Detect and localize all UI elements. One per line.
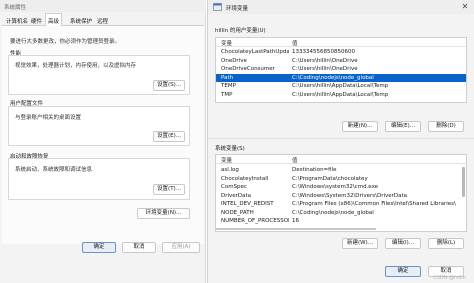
var-name: DriverData — [221, 192, 252, 199]
user-column-value[interactable]: 值 — [292, 39, 298, 47]
system-properties-titlebar: 系统属性 — [0, 0, 206, 12]
var-value: C:\Program Files (x86)\Common Files\Inte… — [292, 201, 456, 207]
system-cancel-button[interactable]: 取消 — [122, 242, 156, 253]
system-properties-window: 系统属性 计算机名 硬件 高级 系统保护 远程 要进行大多数更改，你必须作为管理… — [0, 0, 206, 283]
var-value: Destination=file — [292, 167, 337, 173]
var-value: C:\Users\hillin\AppData\Local\Temp — [292, 83, 389, 89]
env-ok-button[interactable]: 确定 — [385, 266, 421, 277]
var-name: ComSpec — [221, 184, 247, 190]
user-column-name[interactable]: 变量 — [221, 39, 232, 47]
var-value: C:\Users\hillin\OneDrive — [292, 57, 358, 64]
var-name: OneDrive — [221, 57, 247, 64]
user-profiles-settings-button[interactable]: 设置(E)... — [153, 131, 185, 142]
table-row[interactable]: DriverData C:\Windows\System32\Drivers\D… — [216, 192, 466, 200]
system-new-button[interactable]: 新建(W)... — [342, 238, 378, 249]
user-profiles-group: 与登录账户相关的桌面设置 设置(E)... — [8, 106, 190, 146]
startup-recovery-settings-button[interactable]: 设置(T)... — [153, 184, 185, 195]
system-delete-button[interactable]: 删除(L) — [428, 238, 464, 249]
close-x-icon[interactable]: ✕ — [460, 2, 470, 12]
system-column-value[interactable]: 值 — [292, 156, 298, 164]
system-variables-label: 系统变量(S) — [215, 146, 245, 152]
section-divider — [208, 138, 474, 139]
var-value: 133334556850850600 — [292, 49, 355, 55]
system-ok-button[interactable]: 确定 — [82, 242, 116, 253]
table-row[interactable]: asl.log Destination=file — [216, 166, 466, 174]
system-edit-button[interactable]: 编辑(I)... — [385, 238, 421, 249]
table-row[interactable]: TEMP C:\Users\hillin\AppData\Local\Temp — [216, 82, 466, 90]
var-name: asl.log — [221, 167, 239, 173]
table-row[interactable]: OneDriveConsumer C:\Users\hillin\OneDriv… — [216, 65, 466, 73]
system-table-scrollbar[interactable] — [462, 167, 465, 197]
user-edit-button[interactable]: 编辑(E)... — [385, 121, 421, 132]
var-name: Path — [221, 74, 234, 81]
user-table-header: 变量 值 — [216, 38, 466, 47]
var-value: C:\Users\hillin\AppData\Local\Temp — [292, 91, 389, 98]
var-value: C:\Windows\System32\Drivers\DriverData — [292, 192, 408, 199]
tab-strip: 计算机名 硬件 高级 系统保护 远程 — [2, 13, 204, 27]
environment-variables-window: 环境变量 ✕ hillin 的用户变量(U) 变量 值 ChocolateyLa… — [207, 0, 474, 283]
performance-settings-button[interactable]: 设置(S)... — [153, 80, 185, 91]
var-value: 16 — [292, 218, 299, 224]
var-value: C:\Users\hillin\OneDrive — [292, 66, 358, 72]
var-name: TEMP — [221, 83, 236, 89]
var-name: NUMBER_OF_PROCESSORS — [221, 218, 289, 224]
var-name: ChocolateyInstall — [221, 175, 269, 182]
user-variables-label: hillin 的用户变量(U) — [215, 28, 266, 34]
system-table-hscrollbar[interactable] — [216, 228, 376, 230]
var-name: INTEL_DEV_REDIST — [221, 201, 274, 207]
system-apply-button[interactable]: 应用(A) — [162, 242, 200, 253]
table-row-selected[interactable]: Path C:\Coding\nodejs\node_global — [216, 73, 466, 82]
env-window-title: 环境变量 — [226, 6, 249, 12]
table-row[interactable]: NUMBER_OF_PROCESSORS 16 — [216, 217, 466, 225]
user-new-button[interactable]: 新建(N)... — [342, 121, 378, 132]
var-name: TMP — [221, 91, 233, 98]
tab-advanced[interactable]: 高级 — [45, 13, 63, 27]
table-row[interactable]: ChocolateyLastPathUpdate 133334556850850… — [216, 48, 466, 56]
table-row[interactable]: ComSpec C:\Windows\system32\cmd.exe — [216, 183, 466, 191]
user-delete-button[interactable]: 删除(D) — [428, 121, 464, 132]
startup-recovery-group: 系统启动、系统故障和调试信息 设置(T)... — [8, 158, 190, 200]
tab-computer-name[interactable]: 计算机名 — [4, 15, 30, 26]
user-profiles-description: 与登录账户相关的桌面设置 — [15, 115, 82, 121]
watermark: CSDN @hillin — [433, 275, 466, 281]
performance-group: 视觉效果，处理器计划，内存使用，以及虚拟内存 设置(S)... — [8, 55, 190, 95]
tab-hardware[interactable]: 硬件 — [29, 15, 44, 26]
var-value: C:\ProgramData\chocolatey — [292, 175, 368, 182]
window-app-icon — [213, 3, 222, 11]
table-row[interactable]: TMP C:\Users\hillin\AppData\Local\Temp — [216, 91, 466, 99]
system-column-name[interactable]: 变量 — [221, 156, 232, 164]
table-row[interactable]: INTEL_DEV_REDIST C:\Program Files (x86)\… — [216, 200, 466, 208]
admin-note: 要进行大多数更改，你必须作为管理员登录。 — [10, 39, 121, 45]
var-name: NODE_PATH — [221, 209, 254, 216]
system-variables-table[interactable]: 变量 值 asl.log Destination=file Chocolatey… — [215, 154, 467, 232]
user-variables-table[interactable]: 变量 值 ChocolateyLastPathUpdate 1333345568… — [215, 37, 467, 103]
env-titlebar: 环境变量 ✕ — [208, 0, 474, 14]
startup-recovery-description: 系统启动、系统故障和调试信息 — [15, 167, 93, 173]
var-name: OneDriveConsumer — [221, 66, 275, 72]
table-row[interactable]: OneDrive C:\Users\hillin\OneDrive — [216, 57, 466, 65]
var-value: C:\Coding\nodejs\node_global — [292, 74, 374, 81]
tab-remote[interactable]: 远程 — [95, 15, 110, 26]
table-row[interactable]: NODE_PATH C:\Coding\nodejs\node_global — [216, 209, 466, 217]
system-table-header: 变量 值 — [216, 155, 466, 164]
window-title: 系统属性 — [4, 5, 27, 11]
performance-description: 视觉效果，处理器计划，内存使用，以及虚拟内存 — [15, 63, 137, 69]
environment-variables-button[interactable]: 环境变量(N)... — [137, 208, 190, 219]
table-row[interactable]: ChocolateyInstall C:\ProgramData\chocola… — [216, 175, 466, 183]
advanced-tab-panel: 要进行大多数更改，你必须作为管理员登录。 性能 视觉效果，处理器计划，内存使用，… — [2, 26, 204, 244]
var-value: C:\Coding\nodejs\node_global — [292, 209, 374, 216]
tab-system-protection[interactable]: 系统保护 — [68, 15, 94, 26]
var-name: ChocolateyLastPathUpdate — [221, 49, 289, 55]
var-value: C:\Windows\system32\cmd.exe — [292, 184, 379, 190]
